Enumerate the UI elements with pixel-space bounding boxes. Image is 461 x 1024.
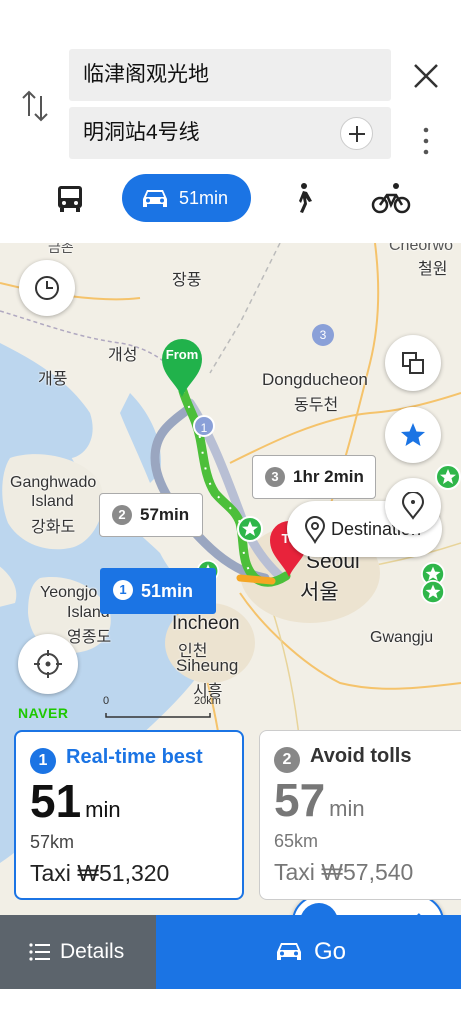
route-distance: 57km xyxy=(30,832,75,852)
go-button[interactable]: Go xyxy=(156,915,461,989)
route-time-label: 51min xyxy=(141,581,194,601)
route-time-label: 1hr 2min xyxy=(293,467,364,486)
route-badge: 3 xyxy=(312,324,334,346)
route-title: Avoid tolls xyxy=(310,745,412,767)
place-label: 금촌 xyxy=(48,243,74,255)
place-label: Ganghwado xyxy=(10,474,97,491)
route-number-badge: 1 xyxy=(30,748,56,774)
crosshair-icon xyxy=(34,650,62,678)
route-number-badge: 2 xyxy=(112,505,132,525)
place-label: 강화도 xyxy=(31,519,76,536)
star-poi-icon[interactable] xyxy=(434,463,461,491)
place-label: Island xyxy=(31,493,74,510)
details-label: Details xyxy=(60,940,125,963)
origin-pin-label: From xyxy=(165,347,199,362)
my-location-button[interactable] xyxy=(18,634,78,694)
place-label: 개성 xyxy=(108,347,138,364)
walk-icon xyxy=(299,183,312,213)
route-number-badge: 3 xyxy=(265,467,285,487)
walk-mode-button[interactable] xyxy=(288,174,318,222)
swap-icon[interactable] xyxy=(20,88,50,124)
car-icon xyxy=(277,943,301,960)
place-label: 서울 xyxy=(300,581,339,604)
place-label: Gwangju xyxy=(370,629,434,646)
taxi-fare: Taxi ₩51,320 xyxy=(30,860,170,886)
layers-button[interactable] xyxy=(385,335,441,391)
history-button[interactable] xyxy=(19,260,75,316)
scale-zero-label: 0 xyxy=(103,695,110,707)
place-label: 영종도 xyxy=(67,629,112,646)
favorites-button[interactable] xyxy=(385,407,441,463)
bike-icon xyxy=(371,183,411,214)
route-3-callout[interactable]: 3 1hr 2min xyxy=(252,455,376,499)
list-icon xyxy=(29,943,50,961)
duration-value: 51 xyxy=(30,775,82,827)
place-label: 장풍 xyxy=(172,272,202,289)
origin-input[interactable]: 临津阁观光地 xyxy=(69,49,391,101)
car-icon xyxy=(300,903,338,915)
bus-icon xyxy=(58,186,82,212)
add-waypoint-button[interactable] xyxy=(340,117,373,150)
scale-distance-label: 20km xyxy=(194,695,221,707)
location-pin-icon xyxy=(304,516,326,544)
taxi-fare: Taxi ₩57,540 xyxy=(274,859,414,885)
origin-pin[interactable]: From xyxy=(160,337,204,399)
route-1-callout[interactable]: 1 51min xyxy=(100,568,216,614)
route-time-label: 57min xyxy=(140,505,190,524)
star-icon xyxy=(401,423,425,446)
route-number-badge: 1 xyxy=(113,580,133,600)
duration-unit: min xyxy=(329,796,365,821)
details-button[interactable]: Details xyxy=(0,915,156,989)
car-icon xyxy=(143,190,167,207)
route-title: Real-time best xyxy=(66,746,203,768)
plus-icon xyxy=(349,126,365,142)
route-number-badge: 2 xyxy=(274,747,300,773)
place-label: 동두천 xyxy=(294,397,339,414)
place-label: Dongducheon xyxy=(262,370,368,389)
car-mode-time: 51min xyxy=(179,188,229,208)
add-pin-button[interactable] xyxy=(385,478,441,534)
route-card-2[interactable]: 2 Avoid tolls 57 min 65km Taxi ₩57,540 xyxy=(259,730,461,900)
place-label: Siheung xyxy=(176,656,239,675)
close-icon[interactable] xyxy=(410,60,442,92)
place-label: Yeongjo xyxy=(40,584,98,601)
bottom-spacer xyxy=(0,989,461,1024)
layers-icon xyxy=(402,352,424,374)
map-pin-outline-icon xyxy=(401,492,425,520)
route-card-1[interactable]: 1 Real-time best 51 min 57km Taxi ₩51,320 xyxy=(14,730,244,900)
star-poi-icon[interactable] xyxy=(236,515,264,543)
naver-logo: NAVER xyxy=(18,705,69,721)
place-label: 철원 xyxy=(418,261,448,278)
car-mode-button[interactable]: 51min xyxy=(122,174,251,222)
bike-mode-button[interactable] xyxy=(371,174,411,222)
place-label: Cheorwo xyxy=(389,243,454,254)
go-label: Go xyxy=(314,938,347,965)
route-2-callout[interactable]: 2 57min xyxy=(99,493,203,537)
place-label: Incheon xyxy=(172,613,240,634)
transit-mode-button[interactable] xyxy=(52,174,88,222)
duration-unit: min xyxy=(85,797,121,822)
more-options-icon[interactable] xyxy=(418,126,434,156)
route-badge: 1 xyxy=(193,415,215,437)
duration-value: 57 xyxy=(274,774,326,826)
route-search-panel: 临津阁观光地 明洞站4号线 51min xyxy=(0,0,461,243)
star-poi-icon[interactable] xyxy=(420,579,446,605)
place-label: 개풍 xyxy=(38,371,68,388)
route-distance: 65km xyxy=(274,831,319,851)
route-duration: 57 min xyxy=(274,773,365,827)
clock-icon xyxy=(35,276,59,300)
route-duration: 51 min xyxy=(30,774,121,828)
